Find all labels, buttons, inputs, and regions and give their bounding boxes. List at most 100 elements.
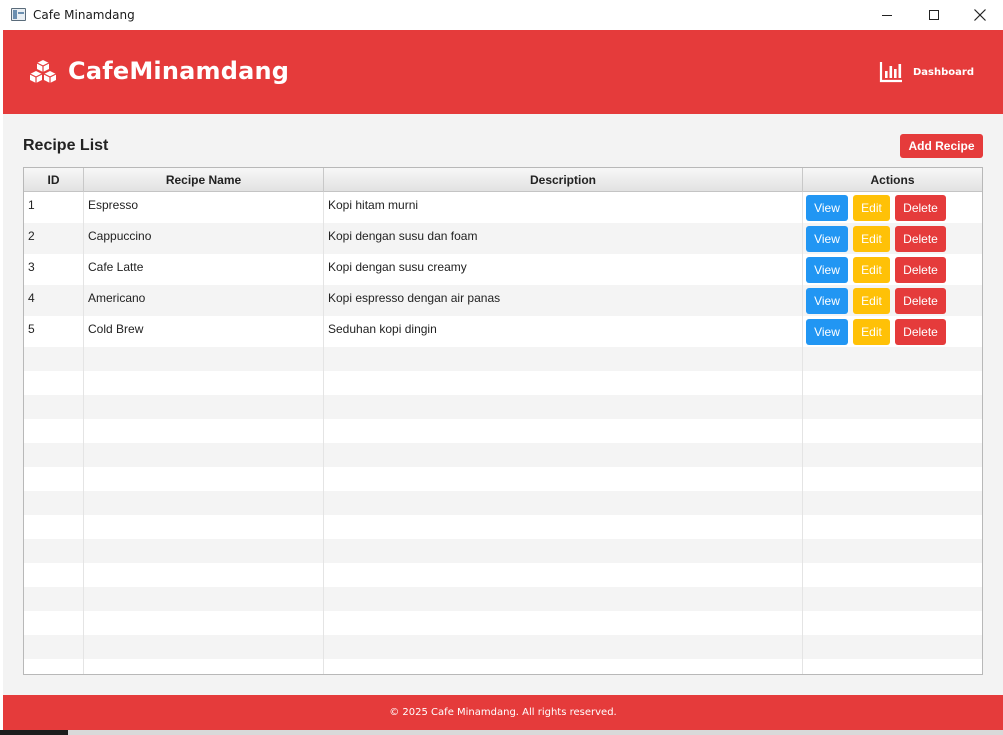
cell-description: Kopi hitam murni bbox=[324, 192, 803, 223]
empty-cell bbox=[24, 443, 84, 467]
table-row[interactable]: 3 Cafe Latte Kopi dengan susu creamy Vie… bbox=[24, 254, 982, 285]
delete-button[interactable]: Delete bbox=[895, 226, 946, 252]
empty-cell bbox=[84, 635, 324, 659]
empty-cell bbox=[24, 395, 84, 419]
maximize-button[interactable] bbox=[911, 0, 957, 30]
empty-cell bbox=[84, 371, 324, 395]
empty-cell bbox=[24, 491, 84, 515]
empty-cell bbox=[803, 659, 982, 674]
app-footer: © 2025 Cafe Minamdang. All rights reserv… bbox=[3, 695, 1003, 730]
empty-cell bbox=[24, 419, 84, 443]
dashboard-button[interactable]: Dashboard bbox=[879, 60, 974, 84]
app-window-icon bbox=[11, 8, 26, 21]
empty-row bbox=[24, 539, 982, 563]
close-button[interactable] bbox=[957, 0, 1003, 30]
empty-cell bbox=[84, 539, 324, 563]
empty-cell bbox=[803, 395, 982, 419]
cell-actions: View Edit Delete bbox=[803, 316, 982, 347]
empty-cell bbox=[24, 611, 84, 635]
edit-button[interactable]: Edit bbox=[853, 195, 890, 221]
cell-id: 2 bbox=[24, 223, 84, 254]
delete-button[interactable]: Delete bbox=[895, 319, 946, 345]
delete-button[interactable]: Delete bbox=[895, 288, 946, 314]
view-button[interactable]: View bbox=[806, 195, 848, 221]
empty-cell bbox=[324, 587, 803, 611]
table-row[interactable]: 5 Cold Brew Seduhan kopi dingin View Edi… bbox=[24, 316, 982, 347]
column-header-actions[interactable]: Actions bbox=[803, 168, 982, 192]
delete-button[interactable]: Delete bbox=[895, 195, 946, 221]
empty-cell bbox=[324, 347, 803, 371]
empty-cell bbox=[324, 419, 803, 443]
cell-recipe-name: Americano bbox=[84, 285, 324, 316]
page-title: Recipe List bbox=[23, 137, 109, 154]
empty-cell bbox=[324, 395, 803, 419]
view-button[interactable]: View bbox=[806, 257, 848, 283]
empty-cell bbox=[84, 443, 324, 467]
empty-cell bbox=[324, 467, 803, 491]
view-button[interactable]: View bbox=[806, 319, 848, 345]
empty-cell bbox=[84, 587, 324, 611]
edit-button[interactable]: Edit bbox=[853, 319, 890, 345]
table-row[interactable]: 2 Cappuccino Kopi dengan susu dan foam V… bbox=[24, 223, 982, 254]
empty-row bbox=[24, 659, 982, 674]
cell-actions: View Edit Delete bbox=[803, 192, 982, 223]
empty-row bbox=[24, 587, 982, 611]
column-header-id[interactable]: ID bbox=[24, 168, 84, 192]
empty-cell bbox=[324, 635, 803, 659]
empty-cell bbox=[803, 347, 982, 371]
empty-cell bbox=[84, 659, 324, 674]
delete-button[interactable]: Delete bbox=[895, 257, 946, 283]
empty-cell bbox=[84, 563, 324, 587]
cell-id: 4 bbox=[24, 285, 84, 316]
table-row[interactable]: 4 Americano Kopi espresso dengan air pan… bbox=[24, 285, 982, 316]
empty-cell bbox=[24, 539, 84, 563]
empty-row bbox=[24, 419, 982, 443]
column-header-description[interactable]: Description bbox=[324, 168, 803, 192]
bar-chart-icon bbox=[879, 62, 902, 83]
empty-cell bbox=[803, 515, 982, 539]
empty-row bbox=[24, 443, 982, 467]
minimize-button[interactable] bbox=[864, 0, 910, 30]
empty-cell bbox=[84, 347, 324, 371]
edit-button[interactable]: Edit bbox=[853, 226, 890, 252]
empty-row bbox=[24, 467, 982, 491]
empty-cell bbox=[324, 611, 803, 635]
table-row[interactable]: 1 Espresso Kopi hitam murni View Edit De… bbox=[24, 192, 982, 223]
minimize-icon bbox=[882, 14, 892, 16]
cell-id: 1 bbox=[24, 192, 84, 223]
cell-recipe-name: Cafe Latte bbox=[84, 254, 324, 285]
empty-cell bbox=[324, 491, 803, 515]
empty-cell bbox=[24, 467, 84, 491]
cubes-icon bbox=[29, 60, 57, 83]
empty-cell bbox=[24, 635, 84, 659]
empty-cell bbox=[803, 587, 982, 611]
footer-copyright: © 2025 Cafe Minamdang. All rights reserv… bbox=[389, 707, 617, 718]
app-window: CafeMinamdang Dashboard Recipe List Add … bbox=[3, 30, 1003, 730]
view-button[interactable]: View bbox=[806, 288, 848, 314]
empty-cell bbox=[324, 659, 803, 674]
empty-row bbox=[24, 491, 982, 515]
empty-cell bbox=[324, 443, 803, 467]
cell-recipe-name: Espresso bbox=[84, 192, 324, 223]
brand-name: CafeMinamdang bbox=[68, 57, 290, 85]
empty-row bbox=[24, 635, 982, 659]
cell-recipe-name: Cold Brew bbox=[84, 316, 324, 347]
edit-button[interactable]: Edit bbox=[853, 288, 890, 314]
empty-row bbox=[24, 563, 982, 587]
table-header: ID Recipe Name Description Actions bbox=[24, 168, 982, 192]
table-body: 1 Espresso Kopi hitam murni View Edit De… bbox=[24, 192, 982, 347]
empty-cell bbox=[324, 371, 803, 395]
column-header-recipe-name[interactable]: Recipe Name bbox=[84, 168, 324, 192]
app-header: CafeMinamdang Dashboard bbox=[3, 30, 1003, 114]
empty-cell bbox=[84, 611, 324, 635]
taskbar-edge bbox=[0, 730, 1003, 735]
cell-actions: View Edit Delete bbox=[803, 223, 982, 254]
add-recipe-button[interactable]: Add Recipe bbox=[900, 134, 983, 158]
window-title: Cafe Minamdang bbox=[33, 8, 135, 22]
dashboard-label: Dashboard bbox=[913, 66, 974, 78]
empty-row bbox=[24, 515, 982, 539]
view-button[interactable]: View bbox=[806, 226, 848, 252]
empty-row bbox=[24, 611, 982, 635]
edit-button[interactable]: Edit bbox=[853, 257, 890, 283]
empty-table-rows bbox=[24, 347, 982, 674]
